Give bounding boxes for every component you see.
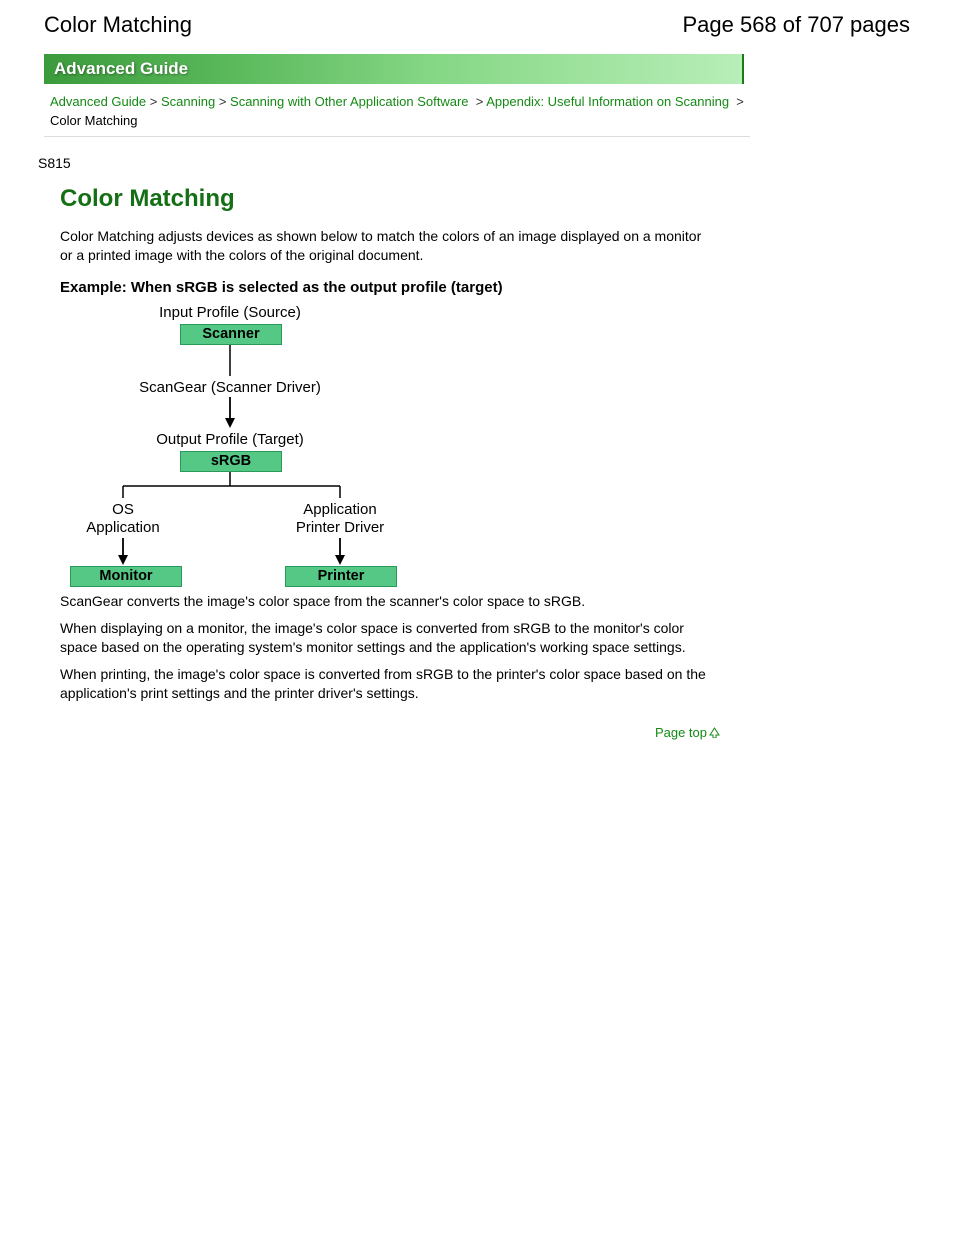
page-top-link[interactable]: Page top (655, 725, 720, 740)
diagram-node-printer: Printer (285, 566, 397, 587)
diagram: Input Profile (Source) Scanner ScanGear … (60, 302, 480, 592)
diagram-label: Printer Driver (290, 519, 390, 536)
page-top-label: Page top (655, 725, 707, 740)
breadcrumb-link[interactable]: Scanning (161, 94, 215, 109)
intro-paragraph: Color Matching adjusts devices as shown … (60, 227, 710, 265)
example-heading: Example: When sRGB is selected as the ou… (60, 279, 710, 296)
breadcrumb-sep: > (219, 94, 227, 109)
breadcrumb-link[interactable]: Scanning with Other Application Software (230, 94, 468, 109)
breadcrumb: Advanced Guide > Scanning > Scanning wit… (44, 90, 750, 137)
diagram-node-scanner: Scanner (180, 324, 282, 345)
breadcrumb-current: Color Matching (50, 113, 137, 128)
diagram-label: Application (290, 501, 390, 518)
diagram-label: Output Profile (Target) (130, 431, 330, 448)
body-paragraph: When printing, the image's color space i… (60, 665, 710, 703)
diagram-label: ScanGear (Scanner Driver) (130, 379, 330, 396)
diagram-label: OS (78, 501, 168, 518)
diagram-node-srgb: sRGB (180, 451, 282, 472)
breadcrumb-sep: > (150, 94, 158, 109)
doc-code: S815 (38, 155, 910, 171)
breadcrumb-sep: > (476, 94, 484, 109)
page-number: Page 568 of 707 pages (682, 12, 910, 38)
diagram-label: Input Profile (Source) (130, 304, 330, 321)
up-arrow-icon (709, 727, 720, 738)
body-paragraph: ScanGear converts the image's color spac… (60, 592, 710, 611)
section-title: Color Matching (60, 185, 910, 213)
page-title: Color Matching (44, 12, 192, 38)
diagram-node-monitor: Monitor (70, 566, 182, 587)
diagram-label: Application (78, 519, 168, 536)
body-paragraph: When displaying on a monitor, the image'… (60, 619, 710, 657)
breadcrumb-link[interactable]: Appendix: Useful Information on Scanning (486, 94, 729, 109)
breadcrumb-link[interactable]: Advanced Guide (50, 94, 146, 109)
breadcrumb-sep: > (736, 94, 744, 109)
advanced-guide-banner: Advanced Guide (44, 54, 744, 84)
